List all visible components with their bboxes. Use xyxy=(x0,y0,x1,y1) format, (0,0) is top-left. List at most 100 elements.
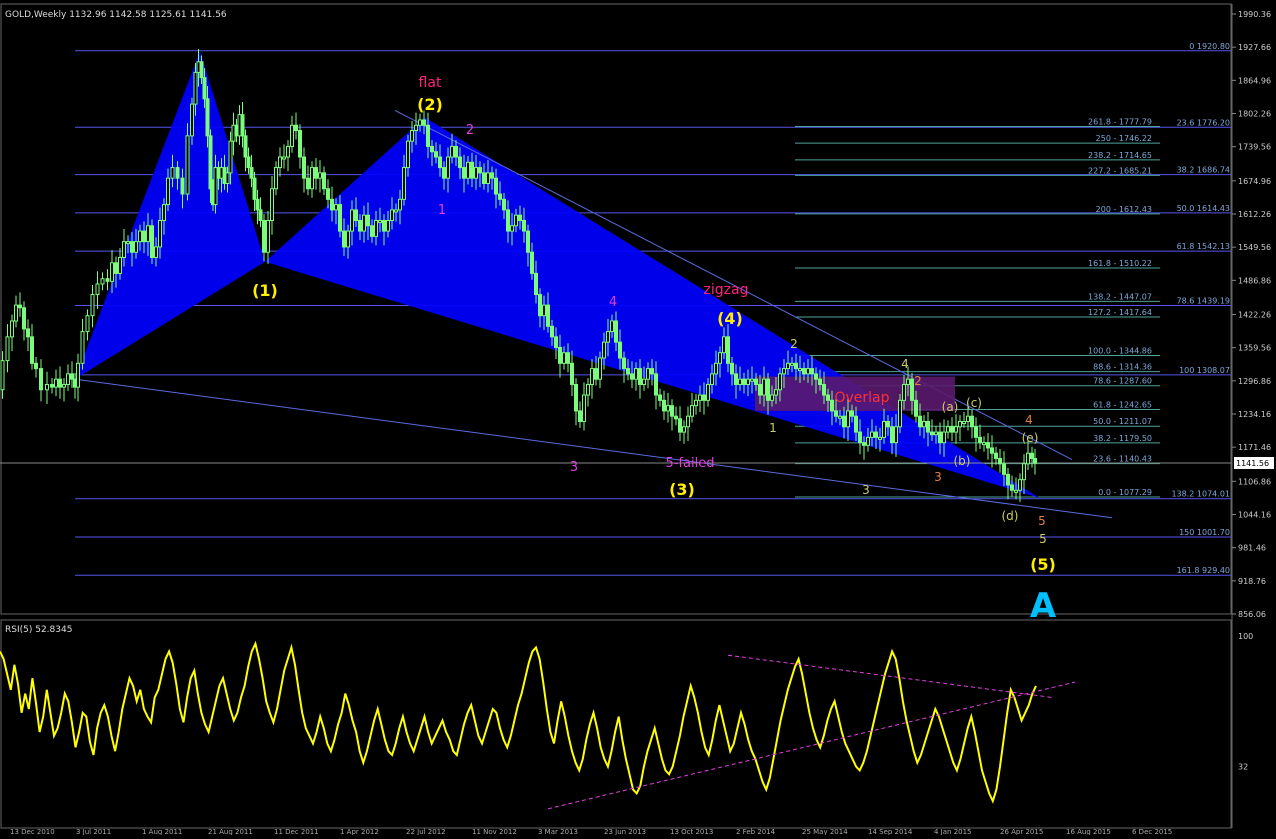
price-tick-label: 1990.36 xyxy=(1238,10,1271,19)
candle-body xyxy=(1010,484,1014,491)
candle-body xyxy=(358,219,362,232)
wave-sub-3: 3 xyxy=(570,460,578,475)
candle-body xyxy=(658,394,662,401)
candle-body xyxy=(694,399,698,407)
candle-body xyxy=(562,352,566,364)
ext-label: 138.2 - 1447.07 xyxy=(1088,292,1152,301)
candle-body xyxy=(918,415,922,428)
candle-body xyxy=(26,328,30,338)
time-tick-label: 1 Aug 2011 xyxy=(142,828,182,835)
sub-wave-numeral: 3 xyxy=(934,470,942,484)
candle-body xyxy=(114,262,118,274)
ext-label: 261.8 - 1777.79 xyxy=(1088,117,1152,126)
candle-body xyxy=(490,172,494,179)
candle-body xyxy=(698,394,702,401)
candle-body xyxy=(50,383,54,388)
time-tick-label: 13 Dec 2010 xyxy=(10,828,55,835)
candle-body xyxy=(642,378,646,385)
candle-body xyxy=(602,341,606,359)
candle-body xyxy=(76,362,80,388)
candle-body xyxy=(758,383,762,396)
wave-label-3: (3) xyxy=(669,480,695,499)
sub-wave-numeral: 4 xyxy=(901,357,909,371)
candle-body xyxy=(246,156,251,169)
price-tick-label: 1296.86 xyxy=(1238,377,1271,386)
candle-body xyxy=(746,378,750,385)
candle-body xyxy=(586,383,590,396)
candle-body xyxy=(998,458,1002,465)
candle-body xyxy=(54,378,58,388)
candle-body xyxy=(45,383,49,391)
candle-body xyxy=(834,410,838,417)
time-tick-label: 14 Sep 2014 xyxy=(868,828,913,835)
time-tick-label: 26 Apr 2015 xyxy=(1000,828,1043,835)
candle-body xyxy=(302,156,306,179)
candle-body xyxy=(225,172,230,184)
candle-body xyxy=(255,198,260,211)
candle-body xyxy=(594,368,598,380)
ext-label: 100.0 - 1344.86 xyxy=(1088,346,1152,355)
candle-body xyxy=(690,405,694,417)
price-tick-label: 856.06 xyxy=(1238,610,1266,619)
candle-body xyxy=(185,135,190,195)
ext-label: 50.0 - 1211.07 xyxy=(1093,417,1152,426)
candle-body xyxy=(730,362,734,375)
candle-body xyxy=(290,124,294,147)
candle-body xyxy=(714,362,718,375)
wave-label-zigzag: zigzag xyxy=(704,282,749,298)
price-tick-label: 1864.96 xyxy=(1238,76,1271,85)
candle-body xyxy=(842,415,846,428)
chart-title: GOLD,Weekly 1132.96 1142.58 1125.61 1141… xyxy=(5,10,227,20)
candle-body xyxy=(742,378,746,385)
candle-body xyxy=(390,209,394,221)
price-tick-label: 1106.86 xyxy=(1238,477,1271,486)
candle-body xyxy=(14,304,18,322)
candle-body xyxy=(70,373,74,380)
candle-body xyxy=(574,383,578,412)
candle-body xyxy=(514,214,518,227)
time-tick-label: 25 May 2014 xyxy=(802,828,848,835)
candle-body xyxy=(228,140,233,174)
candle-body xyxy=(199,61,204,79)
fib-label: 138.2 1074.01 xyxy=(1171,490,1230,499)
candle-body xyxy=(354,209,358,221)
fib-label: 61.8 1542.13 xyxy=(1177,242,1230,251)
candle-body xyxy=(738,378,742,385)
rsi-tick-label: 100 xyxy=(1238,632,1253,641)
sub-wave-numeral: 5 xyxy=(1038,514,1046,528)
ext-label: 23.6 - 1140.43 xyxy=(1093,455,1152,464)
candle-body xyxy=(790,362,794,366)
candle-body xyxy=(826,394,830,401)
fib-label: 78.6 1439.19 xyxy=(1177,297,1230,306)
candle-body xyxy=(794,362,798,370)
fib-label: 161.8 929.40 xyxy=(1177,566,1230,575)
ext-label: 238.2 - 1714.65 xyxy=(1088,151,1152,160)
candle-body xyxy=(498,193,502,200)
candle-body xyxy=(240,114,245,137)
candle-body xyxy=(95,283,100,296)
candle-body xyxy=(686,415,690,428)
candle-body xyxy=(162,204,166,221)
candle-body xyxy=(570,362,574,385)
candle-body xyxy=(670,405,674,417)
candle-body xyxy=(266,219,270,253)
wave-label-2: (2) xyxy=(417,95,443,114)
candle-body xyxy=(990,447,994,454)
ext-label: 78.6 - 1287.60 xyxy=(1093,377,1152,386)
candle-body xyxy=(410,130,414,142)
candle-body xyxy=(318,172,322,179)
fib-label: 150 1001.70 xyxy=(1179,528,1230,537)
candle-body xyxy=(822,383,826,396)
candle-body xyxy=(394,209,398,213)
candle-body xyxy=(882,420,886,438)
candle-body xyxy=(150,225,154,259)
candle-body xyxy=(470,161,474,179)
candle-body xyxy=(366,214,370,227)
candle-body xyxy=(175,167,180,179)
candle-body xyxy=(474,167,478,179)
candle-body xyxy=(726,336,730,364)
candle-body xyxy=(906,378,910,385)
candle-body xyxy=(850,410,854,417)
candle-body xyxy=(798,368,802,372)
candle-body xyxy=(478,167,482,174)
